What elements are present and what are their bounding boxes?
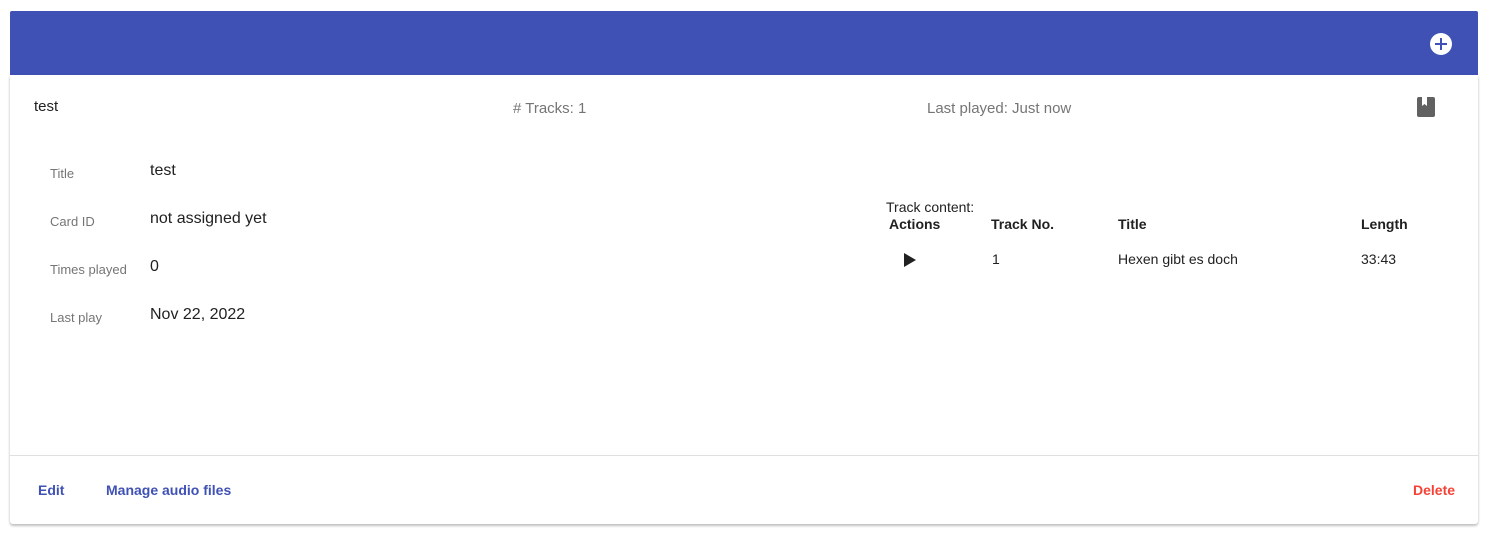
column-header-length: Length <box>1361 216 1408 232</box>
add-card-button[interactable] <box>1430 33 1452 55</box>
action-divider <box>10 455 1478 456</box>
book-icon[interactable] <box>1417 97 1435 117</box>
app-toolbar <box>10 11 1478 75</box>
detail-label: Last play <box>50 310 103 325</box>
track-content-caption: Track content: <box>886 199 975 215</box>
manage-audio-files-button[interactable]: Manage audio files <box>106 482 231 498</box>
play-icon[interactable] <box>903 252 917 268</box>
column-header-actions: Actions <box>889 216 941 232</box>
edit-button[interactable]: Edit <box>38 482 64 498</box>
card-expansion-panel: test # Tracks: 1 Last played: Just now T… <box>10 75 1478 524</box>
detail-label: Times played <box>50 262 127 277</box>
track-length: 33:43 <box>1361 251 1397 267</box>
detail-value: 0 <box>150 258 159 275</box>
detail-label: Card ID <box>50 214 95 229</box>
card-title: test <box>34 98 59 115</box>
detail-value: not assigned yet <box>150 210 267 227</box>
track-count: # Tracks: 1 <box>513 100 587 117</box>
detail-label: Title <box>50 166 75 181</box>
track-title: Hexen gibt es doch <box>1118 251 1238 267</box>
track-number: 1 <box>992 251 1000 267</box>
detail-value: test <box>150 162 176 179</box>
column-header-title: Title <box>1118 216 1147 232</box>
detail-value: Nov 22, 2022 <box>150 306 246 323</box>
column-header-track-no: Track No. <box>991 216 1055 232</box>
last-played: Last played: Just now <box>927 100 1072 117</box>
delete-button[interactable]: Delete <box>1413 482 1455 498</box>
